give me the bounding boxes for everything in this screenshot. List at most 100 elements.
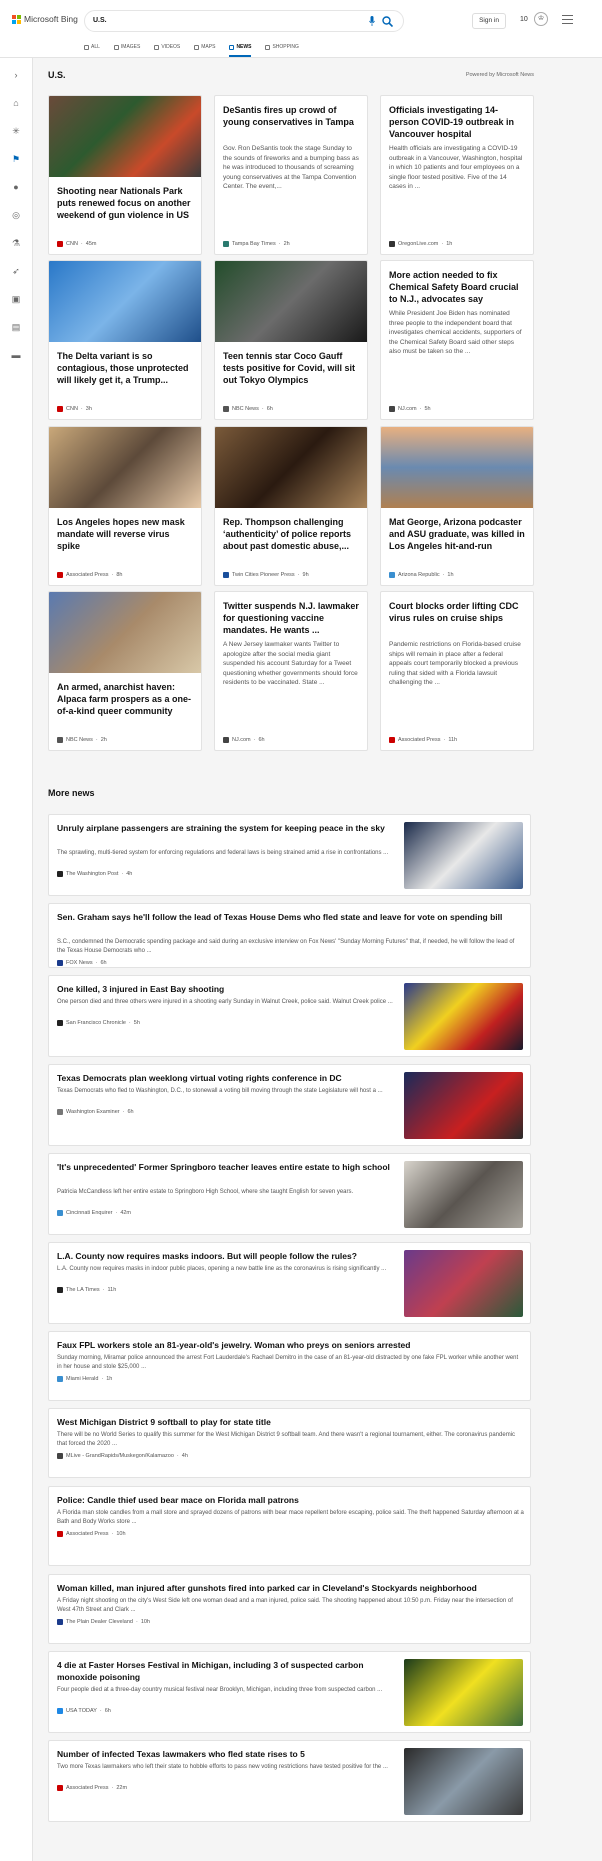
flag-icon[interactable]: ⚑	[11, 154, 21, 164]
more-news-source[interactable]: Miami Herald · 1h	[57, 1376, 112, 1382]
news-card-title[interactable]: Los Angeles hopes new mask mandate will …	[57, 516, 195, 552]
news-card-title[interactable]: Officials investigating 14-person COVID-…	[389, 104, 527, 140]
tab-videos[interactable]: VIDEOS	[154, 41, 180, 53]
rocket-icon[interactable]: ➶	[11, 266, 21, 276]
news-card-image[interactable]	[49, 96, 201, 177]
more-news-source[interactable]: USA TODAY · 6h	[57, 1708, 111, 1714]
more-news-item[interactable]: Faux FPL workers stole an 81-year-old's …	[48, 1331, 531, 1401]
more-news-image[interactable]	[404, 1748, 523, 1815]
news-card-title[interactable]: Mat George, Arizona podcaster and ASU gr…	[389, 516, 527, 552]
us-icon[interactable]: ✳	[11, 126, 21, 136]
globe-icon[interactable]: ◎	[11, 210, 21, 220]
news-card-source[interactable]: Tampa Bay Times · 2h	[223, 241, 290, 247]
microphone-icon[interactable]	[369, 16, 375, 26]
more-news-item[interactable]: Sen. Graham says he'll follow the lead o…	[48, 903, 531, 968]
rewards-trophy-icon[interactable]: ♔	[534, 12, 548, 26]
tab-news[interactable]: NEWS	[229, 41, 252, 57]
news-card-source[interactable]: Twin Cities Pioneer Press · 9h	[223, 572, 309, 578]
news-card-title[interactable]: The Delta variant is so contagious, thos…	[57, 350, 195, 386]
more-news-image[interactable]	[404, 1072, 523, 1139]
news-card-source[interactable]: Associated Press · 8h	[57, 572, 122, 578]
news-card[interactable]: Los Angeles hopes new mask mandate will …	[48, 426, 202, 586]
location-icon[interactable]: ●	[11, 182, 21, 192]
news-card-title[interactable]: Court blocks order lifting CDC virus rul…	[389, 600, 527, 624]
news-card-image[interactable]	[49, 261, 201, 342]
news-card-title[interactable]: Teen tennis star Coco Gauff tests positi…	[223, 350, 361, 386]
news-card[interactable]: Officials investigating 14-person COVID-…	[380, 95, 534, 255]
news-card-title[interactable]: Shooting near Nationals Park puts renewe…	[57, 185, 195, 221]
news-card[interactable]: The Delta variant is so contagious, thos…	[48, 260, 202, 420]
more-news-source[interactable]: Associated Press · 10h	[57, 1531, 126, 1537]
tab-shopping[interactable]: SHOPPING	[265, 41, 299, 53]
news-card-source[interactable]: OregonLive.com · 1h	[389, 241, 452, 247]
more-news-title[interactable]: Number of infected Texas lawmakers who f…	[57, 1748, 397, 1760]
more-news-source[interactable]: Cincinnati Enquirer · 42m	[57, 1210, 131, 1216]
tab-images[interactable]: IMAGES	[113, 41, 140, 53]
news-card[interactable]: Teen tennis star Coco Gauff tests positi…	[214, 260, 368, 420]
more-news-title[interactable]: Unruly airplane passengers are straining…	[57, 822, 397, 834]
news-card-source[interactable]: Arizona Republic · 1h	[389, 572, 454, 578]
news-card-title[interactable]: DeSantis fires up crowd of young conserv…	[223, 104, 361, 128]
more-news-source[interactable]: The Washington Post · 4h	[57, 871, 132, 877]
news-card[interactable]: Court blocks order lifting CDC virus rul…	[380, 591, 534, 751]
more-news-image[interactable]	[404, 983, 523, 1050]
more-news-source[interactable]: Associated Press · 22m	[57, 1785, 127, 1791]
rewards-points[interactable]: 10	[520, 16, 528, 23]
tab-maps[interactable]: MAPS	[194, 41, 215, 53]
more-news-image[interactable]	[404, 1161, 523, 1228]
home-icon[interactable]: ⌂	[11, 98, 21, 108]
more-news-title[interactable]: Texas Democrats plan weeklong virtual vo…	[57, 1072, 397, 1084]
more-news-title[interactable]: L.A. County now requires masks indoors. …	[57, 1250, 397, 1262]
more-news-title[interactable]: Woman killed, man injured after gunshots…	[57, 1582, 524, 1594]
news-card-image[interactable]	[49, 427, 201, 508]
search-icon[interactable]	[382, 16, 393, 27]
news-card-image[interactable]	[215, 261, 367, 342]
sign-in-button[interactable]: Sign in	[472, 13, 506, 29]
more-news-item[interactable]: 'It's unprecedented' Former Springboro t…	[48, 1153, 531, 1235]
news-card-source[interactable]: NBC News · 6h	[223, 406, 273, 412]
news-card-source[interactable]: CNN · 45m	[57, 241, 96, 247]
building-icon[interactable]: ▤	[11, 322, 21, 332]
news-card-source[interactable]: NBC News · 2h	[57, 737, 107, 743]
more-news-title[interactable]: Faux FPL workers stole an 81-year-old's …	[57, 1339, 524, 1351]
more-news-item[interactable]: One killed, 3 injured in East Bay shooti…	[48, 975, 531, 1057]
search-input[interactable]: U.S.	[93, 17, 107, 24]
more-news-title[interactable]: One killed, 3 injured in East Bay shooti…	[57, 983, 397, 995]
more-news-title[interactable]: West Michigan District 9 softball to pla…	[57, 1416, 524, 1428]
news-card-title[interactable]: Twitter suspends N.J. lawmaker for quest…	[223, 600, 361, 636]
tab-all[interactable]: ALL	[84, 41, 100, 53]
more-news-item[interactable]: Police: Candle thief used bear mace on F…	[48, 1486, 531, 1566]
more-news-item[interactable]: L.A. County now requires masks indoors. …	[48, 1242, 531, 1324]
more-news-image[interactable]	[404, 1659, 523, 1726]
more-news-image[interactable]	[404, 822, 523, 889]
more-news-source[interactable]: MLive - GrandRapids/Muskegon/Kalamazoo · 4…	[57, 1453, 188, 1459]
more-news-item[interactable]: Unruly airplane passengers are straining…	[48, 814, 531, 896]
more-news-item[interactable]: Woman killed, man injured after gunshots…	[48, 1574, 531, 1644]
more-news-item[interactable]: Number of infected Texas lawmakers who f…	[48, 1740, 531, 1822]
more-news-source[interactable]: The Plain Dealer Cleveland · 10h	[57, 1619, 150, 1625]
news-card-title[interactable]: More action needed to fix Chemical Safet…	[389, 269, 527, 305]
news-card[interactable]: Rep. Thompson challenging ‘authenticity’…	[214, 426, 368, 586]
expand-rail-icon[interactable]: ›	[11, 70, 21, 80]
news-card-title[interactable]: Rep. Thompson challenging ‘authenticity’…	[223, 516, 361, 552]
more-news-item[interactable]: 4 die at Faster Horses Festival in Michi…	[48, 1651, 531, 1733]
news-card-image[interactable]	[381, 427, 533, 508]
news-card[interactable]: DeSantis fires up crowd of young conserv…	[214, 95, 368, 255]
more-news-title[interactable]: 'It's unprecedented' Former Springboro t…	[57, 1161, 397, 1173]
news-card[interactable]: Mat George, Arizona podcaster and ASU gr…	[380, 426, 534, 586]
more-news-item[interactable]: Texas Democrats plan weeklong virtual vo…	[48, 1064, 531, 1146]
news-card[interactable]: Twitter suspends N.J. lawmaker for quest…	[214, 591, 368, 751]
more-news-item[interactable]: West Michigan District 9 softball to pla…	[48, 1408, 531, 1478]
news-card-image[interactable]	[49, 592, 201, 673]
news-card-source[interactable]: NJ.com · 5h	[389, 406, 431, 412]
more-news-title[interactable]: 4 die at Faster Horses Festival in Michi…	[57, 1659, 397, 1683]
news-card[interactable]: More action needed to fix Chemical Safet…	[380, 260, 534, 420]
more-news-source[interactable]: Washington Examiner · 6h	[57, 1109, 134, 1115]
search-box[interactable]: U.S.	[84, 10, 404, 32]
more-news-source[interactable]: San Francisco Chronicle · 5h	[57, 1020, 140, 1026]
news-card-title[interactable]: An armed, anarchist haven: Alpaca farm p…	[57, 681, 195, 717]
news-card-source[interactable]: Associated Press · 11h	[389, 737, 457, 743]
news-card-image[interactable]	[215, 427, 367, 508]
menu-icon[interactable]	[562, 15, 573, 24]
more-news-image[interactable]	[404, 1250, 523, 1317]
